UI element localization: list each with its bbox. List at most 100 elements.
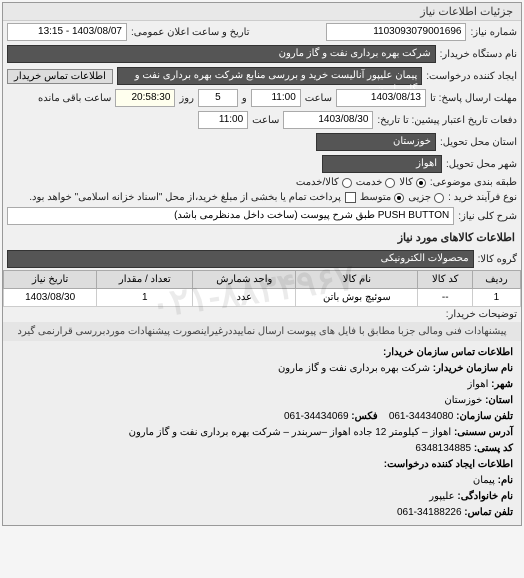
delivery-time-field: 11:00 <box>198 111 248 129</box>
days-after: روز <box>179 93 194 104</box>
name-value: پیمان <box>473 475 495 486</box>
announce-label: تاریخ و ساعت اعلان عمومی: <box>131 27 250 38</box>
deadline-time-label: ساعت <box>305 93 332 104</box>
contact-postal: کد پستی: 6348134885 <box>11 441 513 457</box>
purchase-type-label: نوع فرآیند خرید : <box>448 192 517 203</box>
row-desc: شرح کلی نیاز: PUSH BUTTON طبق شرح پیوست … <box>3 205 521 227</box>
pt-medium-label: متوسط <box>360 192 391 203</box>
radio-dot-icon <box>385 178 395 188</box>
panel-title: جزئیات اطلاعات نیاز <box>3 3 521 21</box>
pt-note: پرداخت تمام یا بخشی از مبلغ خرید،از محل … <box>29 192 341 203</box>
desc-field: PUSH BUTTON طبق شرح پیوست (ساخت داخل مدن… <box>7 207 454 225</box>
org-value: شرکت بهره برداری نفت و گاز مارون <box>278 363 430 374</box>
items-section-title: اطلاعات کالاهای مورد نیاز <box>3 227 521 248</box>
row-location: استان محل تحویل: خوزستان <box>3 131 521 153</box>
contact-family: نام خانوادگی: علیپور <box>11 489 513 505</box>
td-date: 1403/08/30 <box>4 289 97 307</box>
delivery-date-field: 1403/08/30 <box>283 111 373 129</box>
remain-field: 20:58:30 <box>115 89 175 107</box>
tel-value: 34188226-061 <box>397 507 462 518</box>
radio-goods[interactable]: کالا <box>399 177 426 188</box>
row-deadline: مهلت ارسال پاسخ: تا 1403/08/13 ساعت 11:0… <box>3 87 521 109</box>
radio-medium[interactable]: متوسط <box>360 192 404 203</box>
province-label: استان: <box>485 395 513 406</box>
td-index: 1 <box>472 289 520 307</box>
group-label: گروه کالا: <box>478 254 517 265</box>
org-label: نام سازمان خریدار: <box>433 363 513 374</box>
req-no-field: 1103093079001696 <box>326 23 466 41</box>
creator-label: ایجاد کننده درخواست: <box>426 71 517 82</box>
days-field: 5 <box>198 89 238 107</box>
row-buyer-note: توضیحات خریدار: <box>3 307 521 322</box>
city-label: شهر محل تحویل: <box>446 159 517 170</box>
row-buyer: نام دستگاه خریدار: شرکت بهره برداری نفت … <box>3 43 521 65</box>
name-label: نام: <box>498 475 513 486</box>
contact-tel: تلفن تماس: 34188226-061 <box>11 505 513 521</box>
delivery-history-label: دفعات تاریخ اعتبار پیشین: تا تاریخ: <box>377 115 517 126</box>
cat-goods-label: کالا <box>399 177 413 188</box>
radio-dot-icon <box>342 178 352 188</box>
contact-phone: تلفن سازمان: 34434080-061 فکس: 34434069-… <box>11 409 513 425</box>
city-value: اهواز <box>468 379 489 390</box>
row-req-no: شماره نیاز: 1103093079001696 تاریخ و ساع… <box>3 21 521 43</box>
row-delivery: دفعات تاریخ اعتبار پیشین: تا تاریخ: 1403… <box>3 109 521 131</box>
deadline-time-field: 11:00 <box>251 89 301 107</box>
days-label: و <box>242 93 247 104</box>
td-code: -- <box>418 289 472 307</box>
row-category: طبقه بندی موضوعی: کالا خدمت کالا/خدمت <box>3 175 521 190</box>
address-value: اهواز – کیلومتر 12 جاده اهواز –سربندر – … <box>129 427 452 438</box>
address-label: آدرس سسنی: <box>454 427 513 438</box>
phone-label: تلفن سازمان: <box>456 411 513 422</box>
deadline-date-field: 1403/08/13 <box>336 89 426 107</box>
th-qty: تعداد / مقدار <box>97 271 193 289</box>
th-unit: واحد شمارش <box>193 271 296 289</box>
cat-service-label: خدمت <box>356 177 383 188</box>
province-label: استان محل تحویل: <box>440 137 517 148</box>
fax-value: 34434069-061 <box>284 411 349 422</box>
td-name: سوئیچ بوش باتن <box>296 289 418 307</box>
tel-label: تلفن تماس: <box>464 507 513 518</box>
contact-city: شهر: اهواز <box>11 377 513 393</box>
radio-goodservice[interactable]: کالا/خدمت <box>296 177 352 188</box>
deadline-label: مهلت ارسال پاسخ: تا <box>430 93 517 104</box>
td-unit: عدد <box>193 289 296 307</box>
postal-value: 6348134885 <box>415 443 471 454</box>
contact-org: نام سازمان خریدار: شرکت بهره برداری نفت … <box>11 361 513 377</box>
radio-dot-icon <box>394 193 404 203</box>
req-no-label: شماره نیاز: <box>470 27 517 38</box>
treasury-checkbox[interactable] <box>345 192 356 203</box>
td-qty: 1 <box>97 289 193 307</box>
creator-section-title: اطلاعات ایجاد کننده درخواست: <box>11 457 513 473</box>
row-group: گروه کالا: محصولات الکترونیکی <box>3 248 521 270</box>
radio-service[interactable]: خدمت <box>356 177 396 188</box>
postal-label: کد پستی: <box>474 443 513 454</box>
delivery-time-label: ساعت <box>252 115 279 126</box>
buyer-note-label: توضیحات خریدار: <box>446 309 517 320</box>
province-value: خوزستان <box>444 395 482 406</box>
contact-name: نام: پیمان <box>11 473 513 489</box>
buyer-label: نام دستگاه خریدار: <box>440 49 517 60</box>
category-label: طبقه بندی موضوعی: <box>430 177 517 188</box>
family-value: علیپور <box>429 491 454 502</box>
contact-province: استان: خوزستان <box>11 393 513 409</box>
phone-value: 34434080-061 <box>389 411 454 422</box>
row-purchase-type: نوع فرآیند خرید : جزیی متوسط پرداخت تمام… <box>3 190 521 205</box>
contact-info-button[interactable]: اطلاعات تماس خریدار <box>7 69 113 84</box>
th-name: نام کالا <box>296 271 418 289</box>
th-date: تاریخ نیاز <box>4 271 97 289</box>
announce-field: 1403/08/07 - 13:15 <box>7 23 127 41</box>
contact-section: اطلاعات تماس سازمان خریدار: نام سازمان خ… <box>3 341 521 525</box>
buyer-field: شرکت بهره برداری نفت و گاز مارون <box>7 45 436 63</box>
family-label: نام خانوادگی: <box>457 491 513 502</box>
details-panel: جزئیات اطلاعات نیاز شماره نیاز: 11030930… <box>2 2 522 526</box>
desc-label: شرح کلی نیاز: <box>458 211 517 222</box>
radio-dot-icon <box>416 178 426 188</box>
buyer-note-text: پیشنهادات فنی ومالی جزبا مطابق با فایل ه… <box>3 322 521 341</box>
creator-field: پیمان علیپور آنالیست خرید و بررسی منابع … <box>117 67 422 85</box>
province-field: خوزستان <box>316 133 436 151</box>
group-field: محصولات الکترونیکی <box>7 250 474 268</box>
row-creator: ایجاد کننده درخواست: پیمان علیپور آنالیس… <box>3 65 521 87</box>
radio-retail[interactable]: جزیی <box>408 192 444 203</box>
table-row[interactable]: 1 -- سوئیچ بوش باتن عدد 1 1403/08/30 <box>4 289 521 307</box>
th-index: ردیف <box>472 271 520 289</box>
